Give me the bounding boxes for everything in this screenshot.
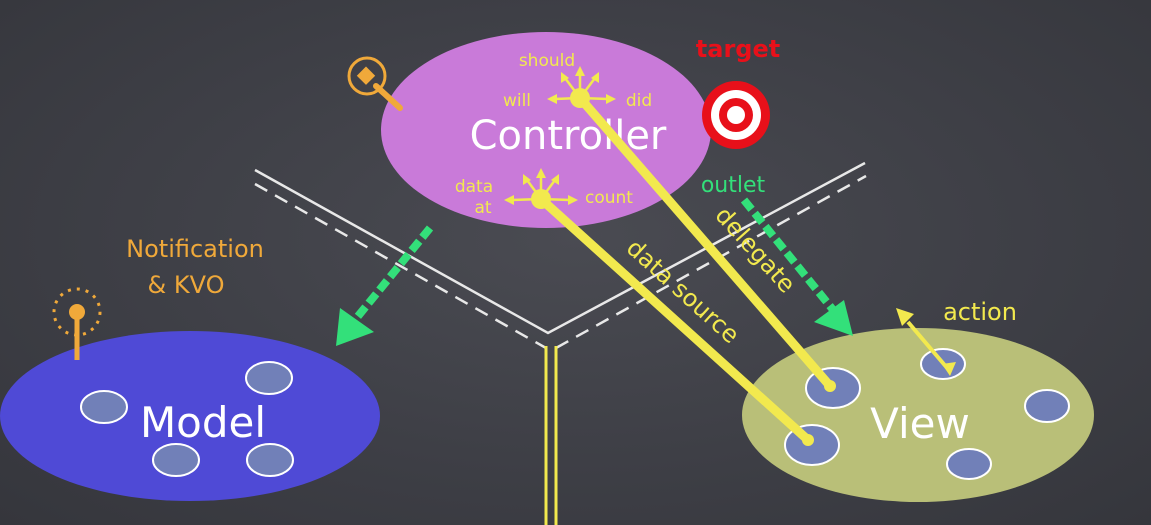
view-title: View: [870, 399, 970, 448]
view-bubble: [1024, 389, 1070, 423]
model-bubble: [152, 443, 200, 477]
notification-label-line2: & KVO: [148, 271, 225, 299]
controller-title: Controller: [470, 113, 667, 159]
mvc-diagram: Model View Controller should will did da…: [0, 0, 1151, 525]
controller-to-model-arrow: [336, 225, 434, 346]
action-label: action: [943, 298, 1017, 326]
model-bubble: [80, 390, 128, 424]
data-at-label-line1: data: [455, 177, 493, 197]
data-at-label-line2: at: [474, 198, 491, 218]
target-label: target: [696, 35, 780, 63]
view-group: View: [742, 328, 1094, 502]
notification-label-line1: Notification: [126, 235, 264, 263]
view-bubble: [946, 448, 992, 480]
key-icon: [347, 56, 403, 111]
will-label: will: [503, 91, 531, 111]
model-bubble: [245, 361, 293, 395]
model-bubble: [246, 443, 294, 477]
model-title: Model: [140, 398, 266, 447]
did-label: did: [626, 91, 652, 111]
outlet-label: outlet: [701, 173, 766, 198]
should-label: should: [519, 51, 575, 71]
count-label: count: [585, 188, 633, 208]
diagram-canvas: Model View Controller should will did da…: [0, 32, 1094, 525]
target-icon: [702, 81, 770, 149]
model-group: Model: [0, 331, 380, 501]
